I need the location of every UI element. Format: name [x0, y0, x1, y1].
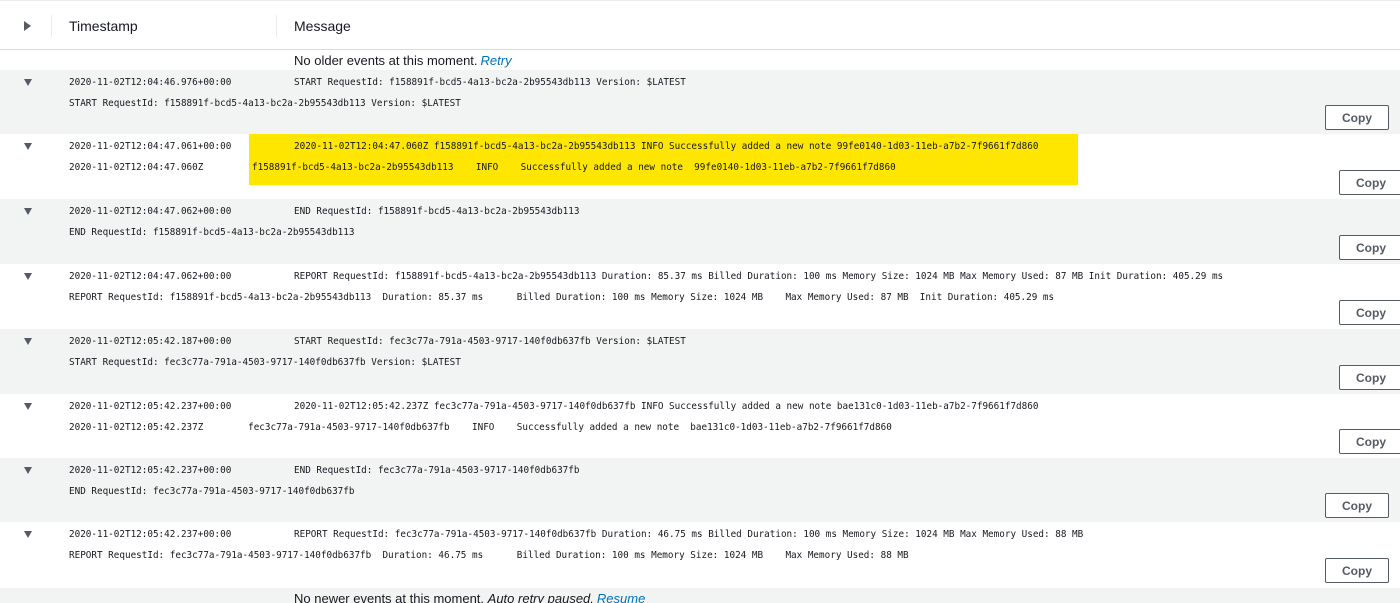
event-message: END RequestId: f158891f-bcd5-4a13-bc2a-2…	[294, 206, 580, 217]
event-timestamp: 2020-11-02T12:04:47.061+00:00	[69, 141, 232, 152]
collapse-caret-icon[interactable]	[24, 467, 32, 474]
log-event-row: 2020-11-02T12:05:42.187+00:00 START Requ…	[0, 329, 1400, 394]
event-message: START RequestId: f158891f-bcd5-4a13-bc2a…	[294, 77, 686, 88]
message-column-header[interactable]: Message	[294, 18, 351, 34]
collapse-caret-icon[interactable]	[24, 208, 32, 215]
timestamp-column-header[interactable]: Timestamp	[69, 18, 138, 34]
event-message: REPORT RequestId: fec3c77a-791a-4503-971…	[294, 529, 1084, 540]
log-event-row: 2020-11-02T12:04:46.976+00:00 START Requ…	[0, 70, 1400, 134]
newer-events-band	[0, 588, 1400, 603]
event-detail: END RequestId: f158891f-bcd5-4a13-bc2a-2…	[69, 227, 355, 238]
collapse-caret-icon[interactable]	[24, 403, 32, 410]
event-message: END RequestId: fec3c77a-791a-4503-9717-1…	[294, 465, 580, 476]
event-timestamp: 2020-11-02T12:04:47.062+00:00	[69, 271, 232, 282]
event-message: 2020-11-02T12:05:42.237Z fec3c77a-791a-4…	[294, 401, 1039, 412]
copy-button[interactable]: Copy	[1325, 493, 1389, 518]
log-event-row: 2020-11-02T12:05:42.237+00:00 END Reques…	[0, 458, 1400, 522]
log-event-row: 2020-11-02T12:04:47.062+00:00 END Reques…	[0, 199, 1400, 264]
expand-all-caret-icon[interactable]	[24, 21, 31, 31]
copy-button[interactable]: Copy	[1339, 429, 1400, 454]
resume-link[interactable]: Resume	[597, 591, 645, 603]
newer-events-notice: No newer events at this moment. Auto ret…	[294, 591, 645, 603]
event-timestamp: 2020-11-02T12:05:42.237+00:00	[69, 529, 232, 540]
event-timestamp: 2020-11-02T12:04:47.062+00:00	[69, 206, 232, 217]
copy-button[interactable]: Copy	[1339, 365, 1400, 390]
copy-button[interactable]: Copy	[1339, 170, 1400, 195]
log-event-row: 2020-11-02T12:05:42.237+00:00 2020-11-02…	[0, 394, 1400, 458]
event-detail: REPORT RequestId: fec3c77a-791a-4503-971…	[69, 550, 909, 561]
log-table-header: Timestamp Message	[0, 0, 1400, 50]
event-detail: f158891f-bcd5-4a13-bc2a-2b95543db113 INF…	[252, 162, 896, 173]
newer-events-text: No newer events at this moment.	[294, 591, 485, 603]
auto-retry-text: Auto retry paused.	[487, 591, 594, 603]
log-event-row: 2020-11-02T12:04:47.062+00:00 REPORT Req…	[0, 264, 1400, 329]
older-events-text: No older events at this moment.	[294, 53, 478, 68]
event-timestamp: 2020-11-02T12:05:42.237+00:00	[69, 465, 232, 476]
collapse-caret-icon[interactable]	[24, 143, 32, 150]
column-divider	[276, 15, 277, 37]
copy-button[interactable]: Copy	[1339, 300, 1400, 325]
event-timestamp: 2020-11-02T12:04:46.976+00:00	[69, 77, 232, 88]
event-timestamp: 2020-11-02T12:05:42.187+00:00	[69, 336, 232, 347]
event-message: START RequestId: fec3c77a-791a-4503-9717…	[294, 336, 686, 347]
copy-button[interactable]: Copy	[1325, 558, 1389, 583]
event-detail: START RequestId: fec3c77a-791a-4503-9717…	[69, 357, 461, 368]
event-detail: START RequestId: f158891f-bcd5-4a13-bc2a…	[69, 98, 461, 109]
retry-link[interactable]: Retry	[481, 53, 512, 68]
event-detail: END RequestId: fec3c77a-791a-4503-9717-1…	[69, 486, 355, 497]
collapse-caret-icon[interactable]	[24, 531, 32, 538]
collapse-caret-icon[interactable]	[24, 273, 32, 280]
event-timestamp: 2020-11-02T12:05:42.237+00:00	[69, 401, 232, 412]
collapse-caret-icon[interactable]	[24, 338, 32, 345]
older-events-notice: No older events at this moment. Retry	[294, 53, 512, 68]
column-divider	[51, 15, 52, 37]
event-detail: 2020-11-02T12:05:42.237Z fec3c77a-791a-4…	[69, 422, 892, 433]
log-event-row: 2020-11-02T12:05:42.237+00:00 REPORT Req…	[0, 522, 1400, 588]
event-detail-time: 2020-11-02T12:04:47.060Z	[69, 162, 204, 173]
event-detail: REPORT RequestId: f158891f-bcd5-4a13-bc2…	[69, 292, 1055, 303]
event-message: REPORT RequestId: f158891f-bcd5-4a13-bc2…	[294, 271, 1224, 282]
collapse-caret-icon[interactable]	[24, 79, 32, 86]
copy-button[interactable]: Copy	[1339, 235, 1400, 260]
event-message: 2020-11-02T12:04:47.060Z f158891f-bcd5-4…	[294, 141, 1039, 152]
log-event-row: 2020-11-02T12:04:47.061+00:00 2020-11-02…	[0, 134, 1400, 199]
copy-button[interactable]: Copy	[1325, 105, 1389, 130]
